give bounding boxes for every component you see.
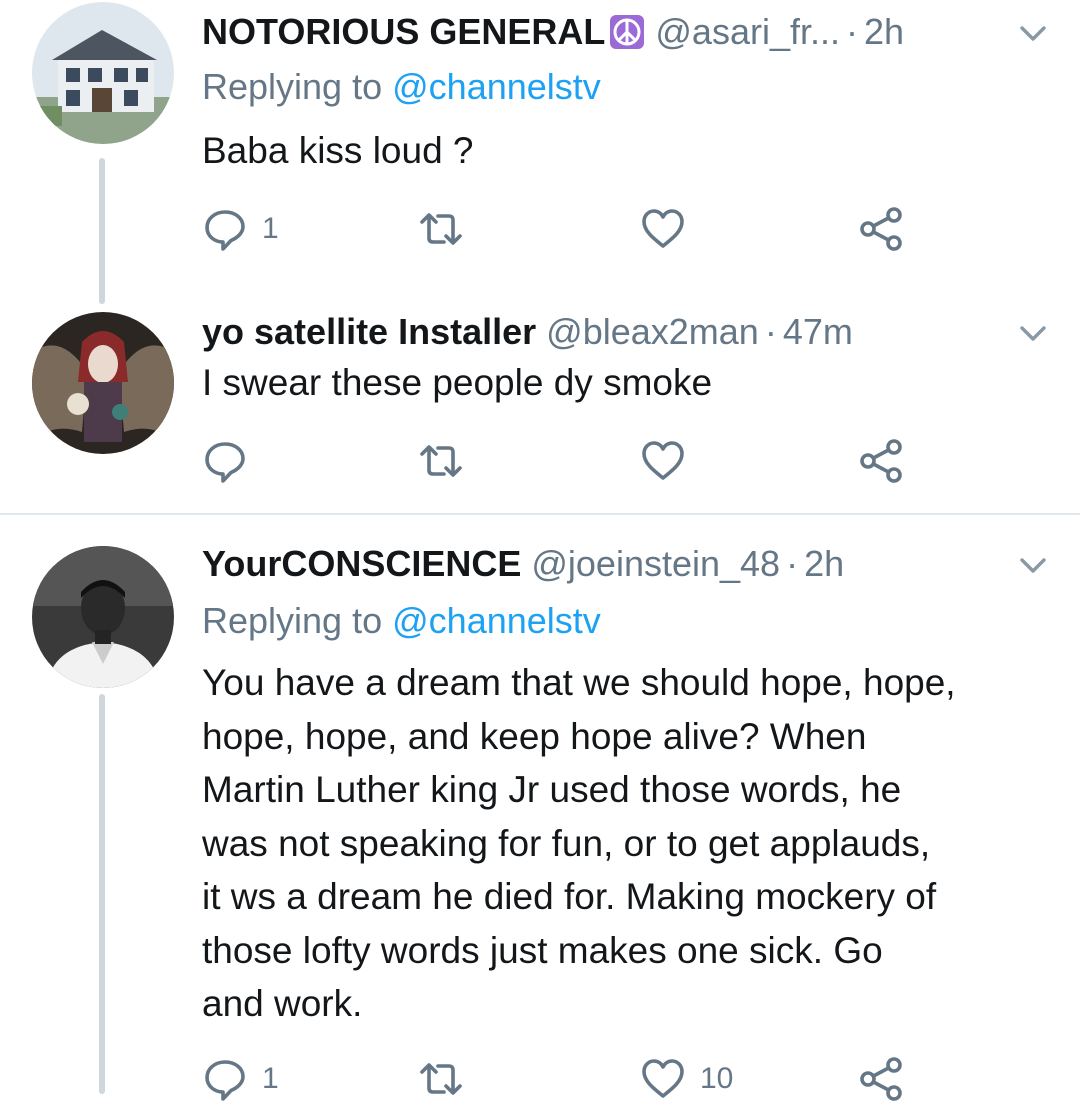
retweet-icon (418, 206, 464, 252)
share-button[interactable] (858, 204, 904, 254)
avatar[interactable] (32, 2, 174, 144)
share-icon (858, 1056, 904, 1102)
thread-divider (0, 513, 1080, 515)
timestamp[interactable]: 2h (864, 11, 904, 53)
mention-link[interactable]: @channelstv (392, 600, 601, 641)
separator-dot: · (764, 311, 777, 352)
chevron-down-icon[interactable] (1016, 316, 1050, 350)
reply-button[interactable]: 1 (202, 1054, 279, 1104)
share-icon (858, 206, 904, 252)
share-button[interactable] (858, 1054, 904, 1104)
separator-dot: · (845, 11, 858, 52)
like-button[interactable] (640, 204, 686, 254)
avatar[interactable] (32, 546, 174, 688)
tweet-header: NOTORIOUS GENERAL @asari_fr... · 2h (202, 10, 904, 54)
like-count: 10 (700, 1062, 734, 1095)
retweet-button[interactable] (418, 1054, 464, 1104)
tweet-text: I swear these people dy smoke (202, 356, 1052, 410)
tweet-text-line: hope, hope, and keep hope alive? When (202, 715, 867, 757)
share-icon (858, 438, 904, 484)
like-icon (640, 438, 686, 484)
tweet-text-line: Baba kiss loud ? (202, 130, 474, 171)
display-name[interactable]: yo satellite Installer (202, 311, 536, 353)
reply-icon (202, 438, 248, 484)
reply-count: 1 (262, 212, 279, 245)
tweet-text-line: Martin Luther king Jr used those words, … (202, 769, 902, 810)
like-icon (640, 206, 686, 252)
tweet-actions: 1 10 (202, 1054, 922, 1104)
retweet-button[interactable] (418, 436, 464, 486)
tweet-satellite-installer[interactable]: yo satellite Installer @bleax2man · 47m … (0, 300, 1080, 514)
thread-line (99, 694, 105, 1094)
tweet-text-line: You have a dream that we should hope, ho… (202, 662, 956, 703)
retweet-button[interactable] (418, 204, 464, 254)
tweet-text-line: I swear these people dy smoke (202, 362, 713, 403)
tweet-text: You have a dream that we should hope, ho… (202, 656, 1052, 1031)
tweet-text-line: those lofty words just makes one sick. G… (202, 929, 883, 971)
handle[interactable]: @asari_fr... (655, 11, 840, 53)
mention-link[interactable]: @channelstv (392, 66, 601, 107)
peace-symbol-icon (609, 14, 645, 50)
tweet-yourconscience[interactable]: YourCONSCIENCE @joeinstein_48 · 2h Reply… (0, 516, 1080, 1080)
like-icon (640, 1056, 686, 1102)
display-name[interactable]: NOTORIOUS GENERAL (202, 11, 605, 53)
tweet-header: yo satellite Installer @bleax2man · 47m (202, 310, 853, 354)
share-button[interactable] (858, 436, 904, 486)
tweet-text: Baba kiss loud ? (202, 124, 1052, 178)
tweet-header: YourCONSCIENCE @joeinstein_48 · 2h (202, 542, 844, 586)
handle[interactable]: @joeinstein_48 (531, 543, 780, 585)
retweet-icon (418, 438, 464, 484)
reply-button[interactable]: 1 (202, 204, 279, 254)
reply-count: 1 (262, 1062, 279, 1095)
like-button[interactable] (640, 436, 686, 486)
replying-to: Replying to @channelstv (202, 600, 601, 642)
reply-icon (202, 206, 248, 252)
chevron-down-icon[interactable] (1016, 548, 1050, 582)
reply-button[interactable] (202, 436, 248, 486)
reply-icon (202, 1056, 248, 1102)
timestamp[interactable]: 2h (804, 543, 844, 585)
tweet-actions (202, 436, 922, 486)
separator-dot: · (786, 543, 799, 584)
avatar[interactable] (32, 312, 174, 454)
display-name[interactable]: YourCONSCIENCE (202, 543, 521, 585)
replying-to: Replying to @channelstv (202, 66, 601, 108)
replying-label: Replying to (202, 66, 383, 107)
like-button[interactable]: 10 (640, 1054, 733, 1104)
chevron-down-icon[interactable] (1016, 16, 1050, 50)
tweet-text-line: and work. (202, 983, 363, 1024)
replying-label: Replying to (202, 600, 383, 641)
tweet-notorious-general[interactable]: NOTORIOUS GENERAL @asari_fr... · 2h Repl… (0, 0, 1080, 304)
timestamp[interactable]: 47m (783, 311, 853, 353)
handle[interactable]: @bleax2man (546, 311, 759, 353)
tweet-actions: 1 (202, 204, 922, 254)
thread-line (99, 158, 105, 304)
tweet-text-line: it ws a dream he died for. Making mocker… (202, 876, 937, 917)
retweet-icon (418, 1056, 464, 1102)
tweet-text-line: was not speaking for fun, or to get appl… (202, 822, 931, 864)
